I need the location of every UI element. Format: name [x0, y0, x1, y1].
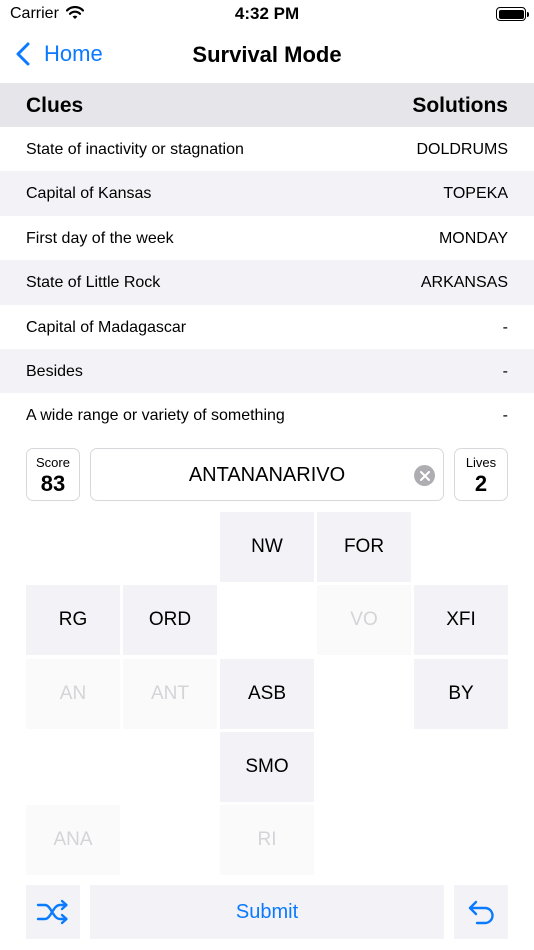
table-row: State of Little Rock ARKANSAS	[0, 260, 534, 305]
lives-label: Lives	[465, 455, 497, 470]
page-title: Survival Mode	[192, 42, 342, 67]
solution-text: MONDAY	[438, 229, 508, 247]
clue-text: A wide range or variety of something	[26, 407, 285, 425]
clue-table: State of inactivity or stagnation DOLDRU…	[0, 127, 534, 438]
battery-icon	[496, 7, 529, 21]
undo-icon	[468, 900, 494, 925]
table-row: A wide range or variety of something -	[0, 393, 534, 437]
table-row: Capital of Kansas TOPEKA	[0, 171, 534, 216]
score-label: Score	[36, 455, 70, 470]
tile-button[interactable]: ORD	[123, 585, 217, 655]
solution-text: -	[502, 407, 508, 425]
lives-value: 2	[474, 471, 488, 496]
table-row: Besides -	[0, 348, 534, 394]
score-value: 83	[40, 471, 66, 496]
status-bar: Carrier 4:32 PM	[0, 0, 534, 30]
tile-button[interactable]: NW	[220, 512, 314, 582]
tile-button[interactable]: RG	[26, 585, 120, 655]
table-header: Clues Solutions	[0, 83, 534, 127]
table-row: First day of the week MONDAY	[0, 216, 534, 260]
status-time: 4:32 PM	[234, 4, 300, 23]
lives-box: Lives 2	[454, 448, 508, 501]
clue-text: Capital of Madagascar	[26, 318, 187, 336]
clue-text: State of Little Rock	[26, 274, 161, 292]
solution-text: -	[502, 362, 508, 380]
solution-text: TOPEKA	[443, 185, 508, 203]
clue-text: State of inactivity or stagnation	[26, 141, 244, 158]
navigation-bar: Home Survival Mode	[0, 30, 534, 82]
table-row: Capital of Madagascar -	[0, 305, 534, 349]
solution-text: DOLDRUMS	[416, 141, 508, 158]
tile-button[interactable]: BY	[414, 659, 508, 729]
header-solutions: Solutions	[412, 94, 508, 117]
tile-button-used: ANT	[123, 659, 217, 729]
table-row: State of inactivity or stagnation DOLDRU…	[0, 127, 534, 171]
shuffle-icon	[36, 899, 68, 925]
tile-button[interactable]: SMO	[220, 732, 314, 802]
tile-button-used: ANA	[26, 805, 120, 875]
submit-button[interactable]: Submit	[90, 885, 444, 939]
clue-text: Besides	[26, 362, 83, 380]
solution-text: ARKANSAS	[420, 274, 508, 292]
clue-text: First day of the week	[26, 229, 174, 247]
answer-field[interactable]: ANTANANARIVO	[90, 448, 444, 501]
clear-icon[interactable]	[414, 465, 435, 486]
tile-button-used: RI	[220, 805, 314, 875]
tile-button-used: VO	[317, 585, 411, 655]
tile-button-used: AN	[26, 659, 120, 729]
header-clues: Clues	[26, 94, 84, 117]
solution-text: -	[502, 318, 508, 336]
answer-text: ANTANANARIVO	[188, 464, 346, 486]
tile-button[interactable]: XFI	[414, 585, 508, 655]
undo-button[interactable]	[454, 885, 508, 939]
tile-button[interactable]: ASB	[220, 659, 314, 729]
score-box: Score 83	[26, 448, 80, 501]
tile-button[interactable]: FOR	[317, 512, 411, 582]
clue-text: Capital of Kansas	[26, 185, 152, 203]
shuffle-button[interactable]	[26, 885, 80, 939]
